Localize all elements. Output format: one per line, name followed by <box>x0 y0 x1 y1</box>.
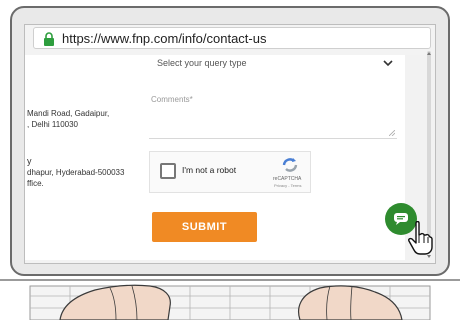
not-a-robot-checkbox[interactable] <box>160 163 176 179</box>
resize-handle-icon[interactable] <box>389 130 395 136</box>
recaptcha-icon <box>282 158 298 172</box>
scrollbar[interactable] <box>427 51 431 247</box>
chevron-down-icon <box>383 60 393 67</box>
address-line: , Delhi 110030 <box>27 120 78 129</box>
query-type-select[interactable]: Select your query type <box>157 55 397 73</box>
comments-placeholder: Comments* <box>151 95 193 104</box>
scroll-down-icon[interactable] <box>427 255 431 259</box>
recaptcha-brand: reCAPTCHA <box>273 176 302 182</box>
lock-icon <box>44 32 54 46</box>
cursor-icon <box>408 221 433 255</box>
query-type-value: Select your query type <box>157 58 247 68</box>
address-line: y <box>27 156 32 166</box>
submit-button[interactable]: SUBMIT <box>152 212 257 242</box>
recaptcha-widget: I'm not a robot reCAPTCHA Privacy - Term… <box>149 151 311 193</box>
page-content: Mandi Road, Gadaipur, , Delhi 110030 y d… <box>25 55 435 260</box>
comments-field[interactable]: Comments* <box>149 89 397 139</box>
browser-screen: https://www.fnp.com/info/contact-us Mand… <box>24 24 436 264</box>
office-address-column: Mandi Road, Gadaipur, , Delhi 110030 y d… <box>25 55 149 260</box>
address-line: dhapur, Hyderabad-500033 <box>27 168 125 177</box>
contact-form: Select your query type Comments* I'm not… <box>149 55 405 260</box>
address-line: ffice. <box>27 179 44 188</box>
scroll-up-icon[interactable] <box>427 51 431 55</box>
keyboard-and-hands <box>0 279 460 320</box>
address-line: Mandi Road, Gadaipur, <box>27 109 110 118</box>
url-text[interactable]: https://www.fnp.com/info/contact-us <box>62 31 266 46</box>
recaptcha-links[interactable]: Privacy - Terms <box>274 183 301 188</box>
address-bar[interactable]: https://www.fnp.com/info/contact-us <box>33 27 431 49</box>
captcha-label: I'm not a robot <box>182 165 237 175</box>
